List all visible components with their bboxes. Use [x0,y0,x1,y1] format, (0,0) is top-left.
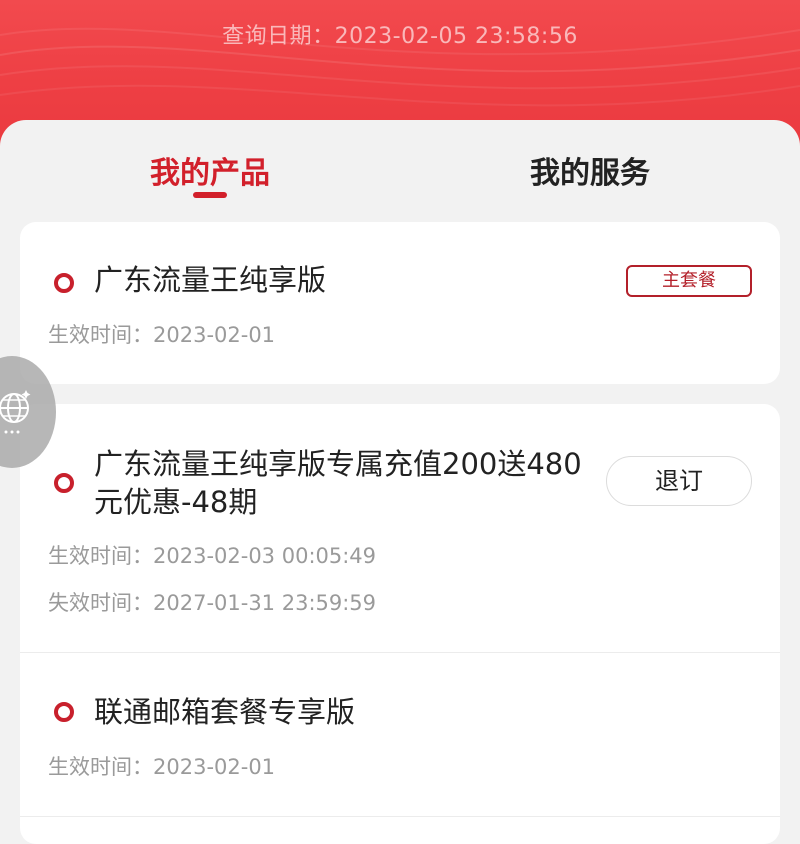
effective-date: 生效时间：2023-02-01 [48,755,276,779]
effective-date: 生效时间：2023-02-03 00:05:49 [48,544,377,568]
product-title-line1: 广东流量王纯享版专属充值200送480 [94,447,582,481]
divider [20,652,780,653]
product-title-line2: 元优惠-48期 [94,485,258,519]
bullet-icon [54,473,74,493]
product-card[interactable]: 广东流量王纯享版 主套餐 生效时间：2023-02-01 [20,222,780,384]
product-title: 广东流量王纯享版 [94,263,327,297]
bullet-icon [54,273,74,293]
product-list-card: 广东流量王纯享版专属充值200送480 元优惠-48期 退订 生效时间：2023… [20,404,780,844]
active-tab-indicator [193,192,227,198]
divider [20,816,780,817]
tab-my-products[interactable]: 我的产品 [130,148,290,192]
globe-icon [0,390,31,434]
expiry-date: 失效时间：2027-01-31 23:59:59 [48,591,377,615]
unsubscribe-button[interactable]: 退订 [606,456,752,506]
query-date: 查询日期：2023-02-05 23:58:56 [222,24,578,49]
main-plan-badge: 主套餐 [626,265,752,297]
bullet-icon [54,702,74,722]
tab-my-services[interactable]: 我的服务 [510,148,670,192]
product-title: 联通邮箱套餐专享版 [94,695,356,729]
effective-date: 生效时间：2023-02-01 [48,323,276,347]
